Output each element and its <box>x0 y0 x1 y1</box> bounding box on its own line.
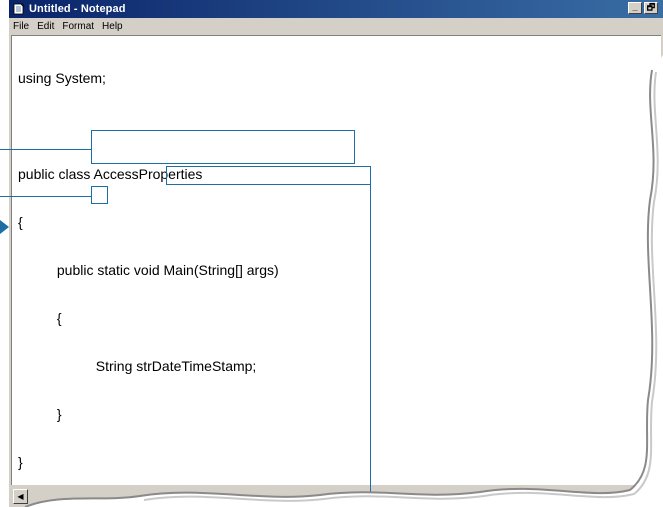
horizontal-scrollbar[interactable]: ◀ <box>11 488 661 506</box>
callout-line-main <box>0 149 91 150</box>
code-line: String strDateTimeStamp; <box>18 358 257 374</box>
menu-help[interactable]: Help <box>98 21 127 32</box>
code-line: { <box>18 310 62 326</box>
menu-edit[interactable]: Edit <box>33 21 58 32</box>
menu-file[interactable]: File <box>9 21 33 32</box>
code-line: public class AccessProperties <box>18 166 203 182</box>
window-controls: _ 🗗 <box>628 2 658 14</box>
code-line: using System; <box>18 70 106 86</box>
callout-arrow-icon <box>0 220 10 239</box>
code-line: { <box>18 214 23 230</box>
text-editor[interactable]: using System; public class AccessPropert… <box>11 35 661 485</box>
code-text: using System; public class AccessPropert… <box>18 38 279 502</box>
notepad-icon <box>13 3 25 15</box>
callout-line-brace <box>0 196 91 197</box>
code-line: } <box>18 406 62 422</box>
maximize-button[interactable]: 🗗 <box>644 2 658 14</box>
title-bar[interactable]: Untitled - Notepad _ 🗗 <box>9 0 663 18</box>
code-line: public static void Main(String[] args) <box>18 262 279 278</box>
menu-bar: File Edit Format Help <box>9 18 663 35</box>
minimize-button[interactable]: _ <box>628 2 642 14</box>
callout-line-declaration <box>370 184 371 507</box>
window-title: Untitled - Notepad <box>29 3 126 15</box>
scroll-left-arrow-icon[interactable]: ◀ <box>13 489 28 504</box>
menu-format[interactable]: Format <box>58 21 98 32</box>
code-line: } <box>18 454 23 470</box>
notepad-window: Untitled - Notepad _ 🗗 File Edit Format … <box>8 0 663 507</box>
